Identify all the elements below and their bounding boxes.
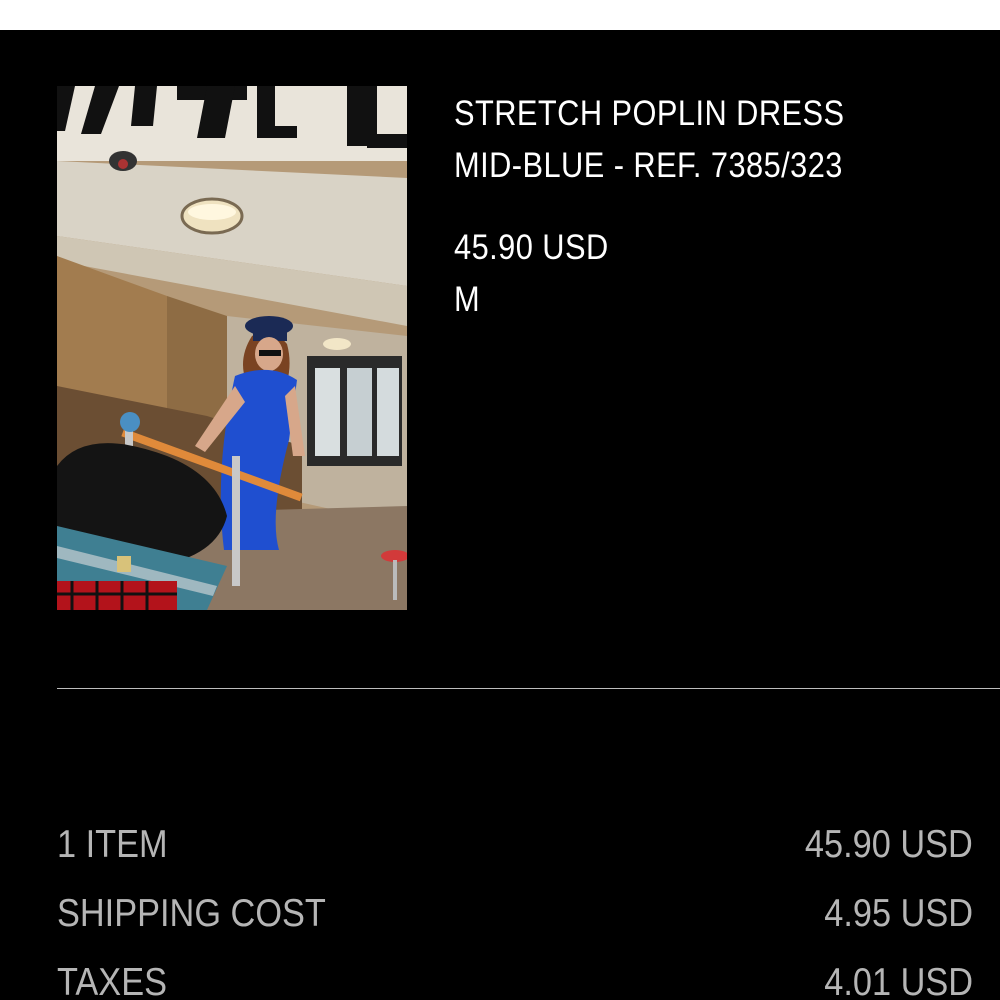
summary-label: TAXES — [57, 961, 167, 1000]
summary-value: 4.95 USD — [824, 892, 973, 935]
order-summary: 1 ITEM 45.90 USD SHIPPING COST 4.95 USD … — [57, 815, 973, 1000]
product-price: 45.90 USD — [454, 228, 609, 267]
product-image[interactable] — [57, 86, 407, 610]
summary-value: 4.01 USD — [824, 961, 973, 1000]
summary-label: SHIPPING COST — [57, 892, 326, 935]
summary-value: 45.90 USD — [805, 823, 973, 866]
section-divider — [57, 688, 1000, 689]
summary-row-items: 1 ITEM 45.90 USD — [57, 815, 973, 884]
cart-item[interactable]: STRETCH POPLIN DRESS MID-BLUE - REF. 738… — [0, 30, 1000, 690]
product-info: STRETCH POPLIN DRESS MID-BLUE - REF. 738… — [454, 88, 974, 326]
summary-label: 1 ITEM — [57, 823, 168, 866]
product-name[interactable]: STRETCH POPLIN DRESS — [454, 88, 912, 140]
summary-row-taxes: TAXES 4.01 USD — [57, 953, 973, 1000]
product-color-reference: MID-BLUE - REF. 7385/323 — [454, 146, 843, 185]
product-size: M — [454, 280, 481, 319]
price-size-block: 45.90 USD M — [454, 222, 974, 326]
top-status-bar — [0, 0, 1000, 30]
summary-row-shipping: SHIPPING COST 4.95 USD — [57, 884, 973, 953]
